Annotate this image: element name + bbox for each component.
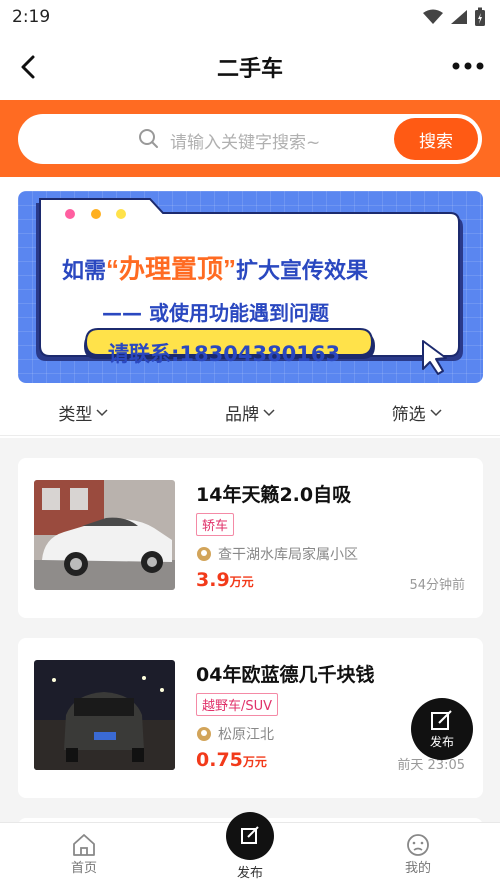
- location-text: 查干湖水库局家属小区: [218, 547, 358, 563]
- listing-card[interactable]: 14年天籁2.0自吸 轿车 查干湖水库局家属小区 3.9万元 54分钟前: [18, 458, 483, 618]
- location-text: 松原江北: [218, 727, 274, 743]
- price-unit: 万元: [242, 755, 267, 769]
- banner-line1-post: 扩大宣传效果: [236, 258, 369, 283]
- search-band: 请输入关键字搜索~ 搜索: [0, 100, 500, 177]
- filter-type-label: 类型: [58, 405, 93, 425]
- price: 3.9万元: [196, 569, 254, 591]
- banner-line1-pre: 如需: [62, 258, 107, 283]
- chevron-down-icon: [430, 408, 442, 416]
- price-value: 3.9: [196, 569, 230, 591]
- tab-home[interactable]: 首页: [44, 833, 124, 876]
- price: 0.75万元: [196, 749, 267, 771]
- tab-home-label: 首页: [70, 861, 97, 876]
- profile-face-icon: [407, 834, 429, 856]
- edit-icon: [241, 826, 259, 844]
- filter-bar: 类型 品牌 筛选: [0, 390, 500, 436]
- post-time: 54分钟前: [409, 578, 465, 593]
- location-pin-icon: [197, 727, 211, 741]
- category-tag: 越野车/SUV: [196, 693, 279, 716]
- banner-line1: 如需“办理置顶”扩大宣传效果: [62, 249, 368, 286]
- edit-icon: [431, 709, 452, 730]
- filter-brand-label: 品牌: [224, 405, 259, 425]
- location: 查干湖水库局家属小区: [196, 544, 358, 564]
- filter-brand[interactable]: 品牌: [225, 400, 275, 425]
- tab-mine-label: 我的: [404, 861, 431, 876]
- back-arrow-icon[interactable]: [14, 52, 44, 82]
- more-icon[interactable]: [452, 58, 484, 74]
- listing-title: 04年欧蓝德几千块钱: [196, 664, 375, 686]
- location-pin-icon: [197, 547, 211, 561]
- chevron-down-icon: [263, 408, 275, 416]
- car-photo: [34, 660, 175, 770]
- banner-line2: —— 或使用功能遇到问题: [102, 301, 329, 325]
- publish-fab-label: 发布: [429, 734, 454, 749]
- status-bar: 2:19: [0, 0, 500, 34]
- location: 松原江北: [196, 724, 274, 744]
- search-button[interactable]: 搜索: [394, 118, 478, 160]
- filter-screen[interactable]: 筛选: [392, 400, 442, 425]
- banner-line1-quote: “办理置顶”: [106, 254, 237, 284]
- chevron-down-icon: [96, 408, 108, 416]
- home-icon: [73, 834, 95, 856]
- search-icon: [139, 129, 158, 148]
- tab-publish-label: 发布: [236, 866, 263, 881]
- signal-icon: [451, 10, 467, 24]
- filter-screen-label: 筛选: [391, 405, 426, 425]
- filter-type[interactable]: 类型: [58, 400, 108, 425]
- listing-title: 14年天籁2.0自吸: [196, 484, 352, 506]
- banner-contact: 请联系:18304380163: [108, 342, 341, 366]
- price-value: 0.75: [196, 749, 243, 771]
- category-tag: 轿车: [196, 513, 235, 536]
- publish-fab-button[interactable]: 发布: [411, 698, 473, 760]
- nav-bar: 二手车: [0, 34, 500, 100]
- wifi-icon: [423, 9, 443, 24]
- car-photo: [34, 480, 175, 590]
- tab-mine[interactable]: 我的: [378, 833, 458, 876]
- tab-publish[interactable]: [226, 812, 274, 860]
- battery-icon: [475, 7, 485, 26]
- status-icons: [422, 7, 486, 27]
- page-title: 二手车: [216, 57, 283, 82]
- status-time: 2:19: [12, 7, 51, 27]
- search-input[interactable]: 请输入关键字搜索~: [170, 128, 320, 153]
- price-unit: 万元: [229, 575, 254, 589]
- promo-banner[interactable]: 如需“办理置顶”扩大宣传效果 —— 或使用功能遇到问题 请联系:18304380…: [18, 191, 483, 383]
- search-box[interactable]: 请输入关键字搜索~ 搜索: [18, 114, 482, 164]
